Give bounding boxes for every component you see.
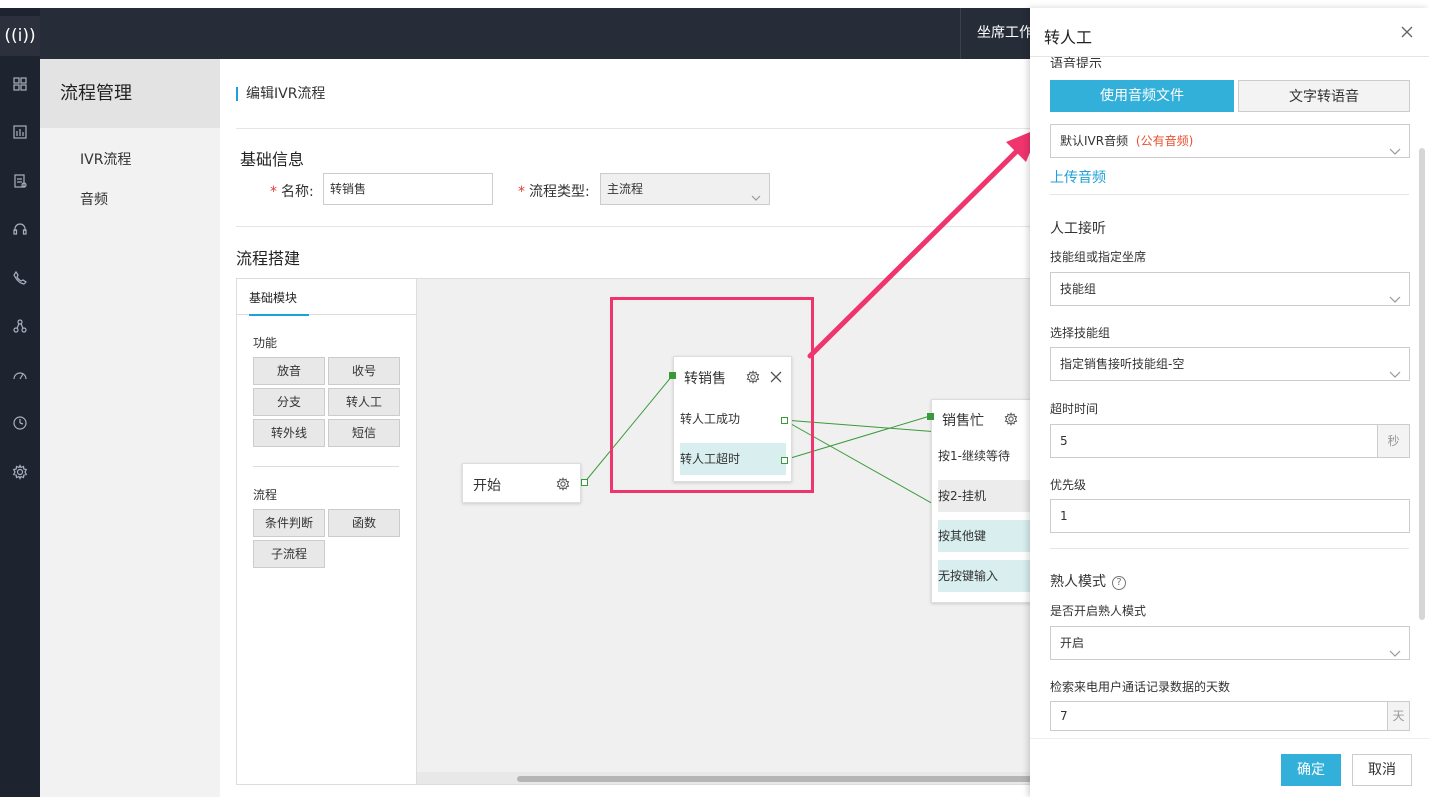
skill-or-agent-select[interactable]: 技能组 [1050, 272, 1410, 306]
timeout-input[interactable]: 5 秒 [1050, 424, 1410, 458]
breadcrumb: 编辑IVR流程 [236, 87, 325, 101]
timeout-label: 超时时间 [1050, 402, 1099, 416]
familiar-enable-select[interactable]: 开启 [1050, 626, 1410, 660]
port-in[interactable] [927, 413, 934, 420]
choose-skill-label: 选择技能组 [1050, 326, 1111, 340]
flow-group-title: 流程 [253, 488, 278, 502]
tab-basic-modules[interactable]: 基础模块 [237, 279, 417, 316]
days-label: 检索来电用户通话记录数据的天数 [1050, 680, 1231, 694]
module-palette: 基础模块 功能 放音 收号 分支 转人工 转外线 短信 流程 条件判断 函数 子… [237, 279, 417, 784]
divider [1050, 194, 1409, 195]
use-audio-file-button[interactable]: 使用音频文件 [1050, 80, 1234, 112]
grid-icon[interactable] [6, 70, 34, 98]
report-icon[interactable] [6, 167, 34, 195]
confirm-button[interactable]: 确定 [1281, 754, 1341, 786]
app-logo[interactable]: ((i)) [0, 16, 40, 56]
panel-title: 转人工 [1044, 28, 1093, 47]
module-branch[interactable]: 分支 [253, 388, 325, 416]
gear-icon[interactable] [556, 477, 570, 495]
tab-basic-modules-label: 基础模块 [249, 289, 309, 316]
sidebar-title: 流程管理 [40, 59, 220, 128]
basic-info-title: 基础信息 [240, 150, 305, 169]
priority-input[interactable]: 1 [1050, 499, 1410, 533]
chevron-down-icon [1389, 285, 1401, 303]
audio-select-value: 默认IVR音频 [1060, 134, 1129, 148]
module-condition[interactable]: 条件判断 [253, 509, 325, 537]
skill-group-select[interactable]: 指定销售接听技能组-空 [1050, 347, 1410, 381]
audio-select[interactable]: 默认IVR音频 (公有音频) [1050, 124, 1410, 158]
close-icon[interactable] [1401, 26, 1413, 38]
clock-icon[interactable] [6, 409, 34, 437]
name-label: * 名称: [270, 184, 314, 200]
days-input[interactable]: 7 天 [1050, 701, 1410, 731]
panel-scrollbar[interactable] [1419, 148, 1425, 620]
cancel-button[interactable]: 取消 [1352, 754, 1412, 786]
node-start[interactable]: 开始 [462, 463, 581, 503]
divider [253, 466, 399, 467]
secondary-sidebar: 流程管理 IVR流程 音频 [40, 59, 220, 797]
flow-type-label: * 流程类型: [518, 184, 590, 200]
flow-type-value: 主流程 [607, 182, 644, 196]
node-busy-title: 销售忙 [942, 413, 984, 429]
bar-chart-icon[interactable] [6, 118, 34, 146]
skill-or-agent-value: 技能组 [1060, 282, 1097, 296]
pointer-arrow [807, 128, 1040, 359]
flow-type-select[interactable]: 主流程 [600, 173, 770, 205]
module-transfer-agent[interactable]: 转人工 [328, 388, 400, 416]
scrollbar-thumb[interactable] [517, 776, 1069, 782]
name-input[interactable]: 转销售 [323, 173, 493, 205]
panel-footer: 确定 取消 [1030, 738, 1429, 797]
familiar-mode-title: 熟人模式? [1050, 571, 1126, 591]
days-value: 7 [1060, 709, 1068, 723]
skill-or-agent-label: 技能组或指定坐席 [1050, 250, 1147, 264]
module-function[interactable]: 函数 [328, 509, 400, 537]
familiar-enable-value: 开启 [1060, 636, 1085, 650]
module-collect[interactable]: 收号 [328, 357, 400, 385]
days-unit: 天 [1387, 702, 1409, 730]
flow-build-title: 流程搭建 [236, 249, 301, 268]
gear-icon[interactable] [6, 458, 34, 486]
highlight-box [610, 297, 814, 493]
flow-icon[interactable] [6, 312, 34, 340]
module-transfer-external[interactable]: 转外线 [253, 419, 325, 447]
chevron-down-icon [751, 184, 761, 201]
audio-select-tag: (公有音频) [1135, 134, 1194, 148]
gear-icon[interactable] [1004, 412, 1018, 430]
chevron-down-icon [1389, 639, 1401, 657]
chevron-down-icon [1389, 360, 1401, 378]
port-out[interactable] [581, 479, 588, 486]
module-play[interactable]: 放音 [253, 357, 325, 385]
function-group-title: 功能 [253, 336, 278, 350]
sidebar-item-audio[interactable]: 音频 [40, 180, 220, 220]
familiar-enable-label: 是否开启熟人模式 [1050, 604, 1147, 618]
upload-audio-link[interactable]: 上传音频 [1050, 167, 1106, 187]
help-icon[interactable]: ? [1112, 576, 1126, 590]
priority-value: 1 [1060, 509, 1068, 523]
text-to-speech-button[interactable]: 文字转语音 [1238, 80, 1410, 112]
priority-label: 优先级 [1050, 478, 1087, 492]
canvas-horizontal-scrollbar[interactable] [417, 772, 1069, 784]
icon-rail: ((i)) [0, 8, 40, 797]
sidebar-item-ivr-flow[interactable]: IVR流程 [40, 140, 220, 180]
skill-group-value: 指定销售接听技能组-空 [1060, 357, 1185, 371]
phone-icon[interactable] [6, 264, 34, 292]
timeout-unit: 秒 [1377, 425, 1409, 457]
module-sms[interactable]: 短信 [328, 419, 400, 447]
transfer-agent-panel: 转人工 语音提示 使用音频文件 文字转语音 默认IVR音频 (公有音频) 上传音… [1030, 8, 1429, 797]
divider [1050, 548, 1409, 549]
module-subflow[interactable]: 子流程 [253, 540, 325, 568]
gauge-icon[interactable] [6, 361, 34, 389]
agent-answer-title: 人工接听 [1050, 221, 1106, 237]
top-bar: 坐席工作台 [40, 8, 1070, 59]
headset-icon[interactable] [6, 215, 34, 243]
timeout-value: 5 [1060, 434, 1068, 448]
node-start-title: 开始 [473, 478, 501, 494]
voice-prompt-title: 语音提示 [1050, 57, 1103, 68]
chevron-down-icon [1389, 137, 1401, 155]
